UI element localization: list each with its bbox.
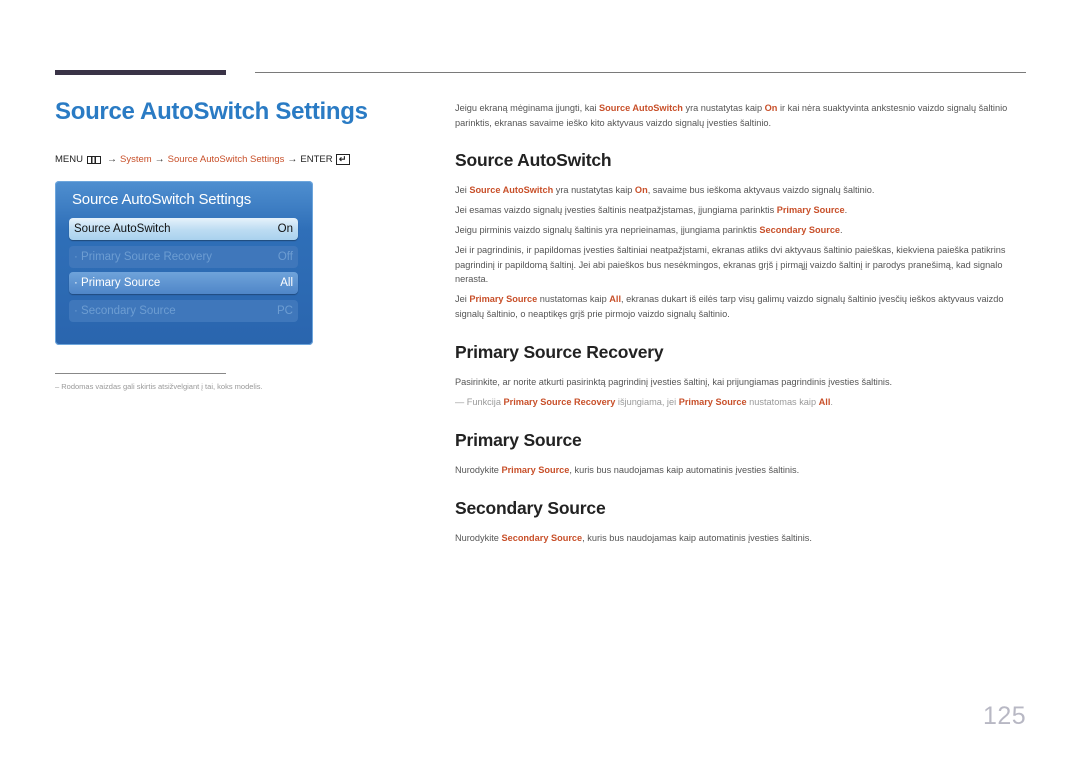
osd-item-value: All (280, 277, 293, 289)
header-bar-thick (55, 70, 226, 75)
osd-item-label: · Secondary Source (74, 305, 176, 317)
osd-item-primary-source[interactable]: · Primary Source All (69, 272, 298, 294)
note: — Funkcija Primary Source Recovery išjun… (455, 397, 833, 407)
paragraph: Jei Primary Source nustatomas kaip All, … (455, 294, 1004, 319)
osd-item-value: PC (277, 305, 293, 317)
osd-item-value: Off (277, 251, 293, 263)
arrow-icon: → (106, 154, 117, 165)
menu-label: MENU (55, 154, 83, 165)
page-title: Source AutoSwitch Settings (55, 98, 368, 125)
paragraph: Nurodykite Primary Source, kuris bus nau… (455, 465, 800, 475)
paragraph: Jeigu pirminis vaizdo signalų šaltinis y… (455, 225, 843, 235)
osd-title: Source AutoSwitch Settings (72, 191, 252, 208)
footnote: – Rodomas vaizdas gali skirtis atsižvelg… (55, 382, 263, 391)
osd-item-primary-source-recovery: · Primary Source Recovery Off (69, 246, 298, 268)
footnote-divider (55, 373, 226, 374)
intro-paragraph: Jeigu ekraną mėginama įjungti, kai Sourc… (455, 103, 1008, 128)
menu-path: MENU → System → Source AutoSwitch Settin… (55, 154, 350, 165)
osd-item-source-autoswitch[interactable]: Source AutoSwitch On (69, 218, 298, 240)
paragraph: Jei Source AutoSwitch yra nustatytas kai… (455, 185, 875, 195)
section-heading-primary-source-recovery: Primary Source Recovery (455, 342, 664, 362)
paragraph: Pasirinkite, ar norite atkurti pasirinkt… (455, 377, 893, 387)
menu-step-system: System (119, 154, 152, 165)
section-heading-source-autoswitch: Source AutoSwitch (455, 150, 612, 170)
osd-item-label: · Primary Source Recovery (74, 251, 213, 263)
osd-item-label: · Primary Source (74, 277, 161, 289)
paragraph: Nurodykite Secondary Source, kuris bus n… (455, 533, 812, 543)
section-heading-secondary-source: Secondary Source (455, 498, 606, 518)
enter-icon: ↵ (335, 154, 350, 165)
page-number: 125 (983, 702, 1027, 730)
osd-item-value: On (277, 223, 293, 235)
menu-grid-icon (86, 155, 101, 164)
arrow-icon: → (154, 154, 165, 165)
osd-item-label: Source AutoSwitch (74, 223, 171, 235)
header-rule (255, 72, 1026, 73)
osd-item-secondary-source: · Secondary Source PC (69, 300, 298, 322)
section-heading-primary-source: Primary Source (455, 430, 582, 450)
enter-label: ENTER (300, 154, 333, 165)
menu-step-source-autoswitch-settings: Source AutoSwitch Settings (167, 154, 285, 165)
arrow-icon: → (287, 154, 298, 165)
osd-menu-panel: Source AutoSwitch Settings Source AutoSw… (55, 181, 313, 345)
paragraph: Jei esamas vaizdo signalų įvesties šalti… (455, 205, 848, 215)
paragraph: Jei ir pagrindinis, ir papildomas įvesti… (455, 245, 1006, 284)
